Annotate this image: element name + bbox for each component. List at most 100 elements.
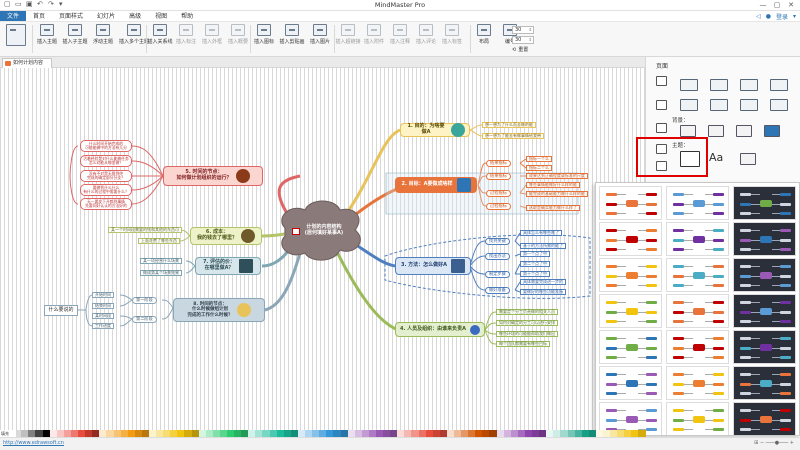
topic-2-leaf-2[interactable]: 指标二个么 — [526, 165, 552, 171]
floating-topic[interactable]: 什么要说的 — [44, 305, 78, 316]
color-swatch[interactable] — [574, 430, 582, 437]
theme-thumbnail[interactable] — [733, 186, 796, 220]
topic-2-sub-4[interactable]: 过程指标 — [486, 203, 511, 210]
floating-topic-button[interactable]: 浮动主题 — [90, 24, 116, 45]
color-swatch[interactable] — [170, 430, 178, 437]
color-swatch[interactable] — [425, 430, 433, 437]
color-swatch[interactable] — [141, 430, 149, 437]
color-swatch[interactable] — [227, 430, 235, 437]
topic-6-leaf-1[interactable]: 某一个时间段需要的钱和其他的东西可 — [108, 227, 182, 233]
zoom-out-icon[interactable]: − — [760, 440, 764, 446]
minimize-icon[interactable]: — — [756, 0, 770, 10]
color-swatch[interactable] — [113, 430, 121, 437]
color-swatch[interactable] — [35, 430, 43, 437]
color-swatch[interactable] — [610, 430, 618, 437]
settings-icon[interactable]: ▾ — [793, 13, 796, 20]
topic-8-leaf-3[interactable]: 某时间段 — [92, 313, 114, 319]
theme-thumbnail[interactable] — [599, 330, 662, 364]
color-swatch[interactable] — [347, 430, 355, 437]
menu-advanced[interactable]: 高级 — [122, 11, 148, 21]
topic-2-sub-2[interactable]: 结果指标 — [486, 173, 511, 180]
topic-8-leaf-4[interactable]: 工作进度 — [92, 323, 114, 329]
topic-3-leaf-6[interactable]: 具体需要完成进一步的 — [520, 279, 566, 285]
color-swatch[interactable] — [92, 430, 100, 437]
color-swatch[interactable] — [631, 430, 639, 437]
theme-tab-icon[interactable] — [656, 123, 667, 133]
spacing-horizontal-stepper[interactable]: 30 ⇕ — [512, 26, 534, 34]
theme-thumbnail[interactable] — [733, 222, 796, 256]
insert-icon-button[interactable]: 插入图标 — [252, 24, 276, 45]
color-swatch[interactable] — [595, 430, 603, 437]
theme-thumbnail[interactable] — [599, 222, 662, 256]
website-link[interactable]: http://www.edrawsoft.cn — [3, 440, 64, 446]
theme-thumbnail[interactable] — [666, 258, 729, 292]
layout-sector-icon[interactable] — [770, 99, 788, 111]
layout-button[interactable]: 布局 — [472, 24, 496, 45]
topic-6[interactable]: 6. 成本： 我的钱去了哪里？ — [190, 227, 262, 245]
color-swatch[interactable] — [326, 430, 334, 437]
topic-5-leaf-4[interactable]: 要做到什么什么 有什么的过程中需要什么？ — [80, 184, 132, 196]
color-swatch[interactable] — [560, 430, 568, 437]
theme-gallery[interactable] — [595, 182, 800, 436]
color-swatch[interactable] — [368, 430, 376, 437]
color-swatch[interactable] — [602, 430, 611, 437]
insert-topic-button[interactable]: 插入主题 — [34, 24, 60, 45]
color-swatch[interactable] — [56, 430, 64, 437]
theme-thumbnail[interactable] — [666, 186, 729, 220]
color-swatch[interactable] — [553, 430, 561, 437]
topic-3-leaf-1[interactable]: 具体怎么有哪些难了 — [520, 230, 562, 236]
style-tab-icon[interactable] — [656, 100, 667, 110]
color-swatch[interactable] — [283, 430, 291, 437]
stepper-arrows-icon[interactable]: ⇕ — [529, 37, 532, 43]
color-swatch[interactable] — [319, 430, 327, 437]
topic-4-leaf-1[interactable]: 需要定个分工负责做的相关人员 — [496, 309, 558, 315]
color-swatch[interactable] — [234, 430, 242, 437]
color-swatch[interactable] — [134, 430, 142, 437]
clipboard-buttons[interactable] — [3, 24, 29, 46]
theme-thumbnail[interactable] — [733, 366, 796, 400]
topic-2-leaf-6[interactable]: 选取是确实能力做什么样了 — [526, 205, 580, 211]
font-theme-icon[interactable]: Aa — [709, 151, 723, 164]
theme-thumbnail[interactable] — [733, 294, 796, 328]
color-swatch[interactable] — [496, 430, 504, 437]
topic-7-leaf-2[interactable]: 做成第某个场景效果 — [140, 270, 182, 276]
topic-3-leaf-3[interactable]: 第一个点了中 — [520, 251, 550, 257]
color-swatch[interactable] — [184, 430, 192, 437]
color-swatch[interactable] — [156, 430, 164, 437]
theme-picker-icon[interactable] — [680, 151, 700, 167]
insert-hyperlink-button[interactable]: 插入超链接 — [336, 24, 361, 45]
zoom-controls[interactable]: ⊞ − ───●─── + — [754, 440, 794, 446]
user-icon[interactable]: ● — [766, 13, 771, 20]
topic-1-leaf-1[interactable]: 想一想为了什么而去做的能 — [482, 122, 536, 128]
theme-thumbnail[interactable] — [733, 402, 796, 435]
insert-note-button[interactable]: 插入注释 — [388, 24, 412, 45]
layout-tab-icon[interactable] — [656, 76, 667, 86]
color-swatch[interactable] — [489, 430, 497, 437]
mindmap-canvas[interactable]: 计划的内容结构 (居何填好某事A) 1. 目的：为啥要做A 想一想为了什么而去做… — [0, 68, 645, 436]
topic-3-sub-2[interactable]: 找出办法 — [485, 253, 510, 260]
color-swatch[interactable] — [383, 430, 391, 437]
menu-view[interactable]: 视图 — [148, 11, 174, 21]
theme-thumbnail[interactable] — [666, 402, 729, 435]
topic-2-sub-1[interactable]: 结果指标 — [486, 160, 511, 167]
theme-thumbnail[interactable] — [599, 294, 662, 328]
color-swatch[interactable] — [42, 430, 50, 437]
topic-8[interactable]: 8. 时间的节点： 什么时候做组计划 完成的工作什么时候？ — [173, 298, 265, 322]
color-swatch[interactable] — [49, 430, 57, 437]
color-swatch[interactable] — [397, 430, 405, 437]
theme-thumbnail[interactable] — [666, 222, 729, 256]
color-swatch[interactable] — [120, 430, 128, 437]
background-picture-icon[interactable] — [736, 125, 752, 137]
center-topic[interactable]: 计划的内容结构 (居何填好某事A) — [292, 214, 356, 248]
color-swatch[interactable] — [503, 430, 511, 437]
zoom-in-icon[interactable]: + — [790, 440, 794, 446]
color-swatch[interactable] — [411, 430, 419, 437]
color-swatch[interactable] — [546, 430, 554, 437]
color-swatch[interactable] — [517, 430, 525, 437]
color-swatch[interactable] — [624, 430, 632, 437]
color-swatch[interactable] — [588, 430, 596, 437]
topic-2-leaf-1[interactable]: 指标一个么 — [526, 156, 552, 162]
color-swatch[interactable] — [333, 430, 341, 437]
color-swatch[interactable] — [581, 430, 589, 437]
topic-8-leaf-2[interactable]: 结束时间 — [92, 303, 114, 309]
